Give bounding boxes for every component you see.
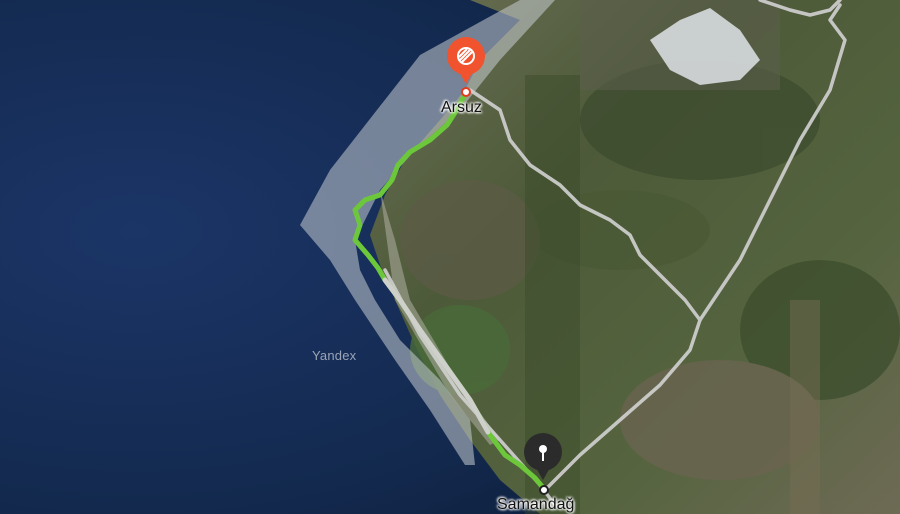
route-end-dot[interactable]: [539, 485, 549, 495]
end-location-label: Samandağ: [497, 496, 575, 513]
start-marker-icon[interactable]: [444, 36, 488, 90]
start-location-label: Arsuz: [441, 99, 482, 116]
end-marker-icon[interactable]: [521, 432, 565, 486]
map-provider-watermark: Yandex: [312, 348, 357, 363]
